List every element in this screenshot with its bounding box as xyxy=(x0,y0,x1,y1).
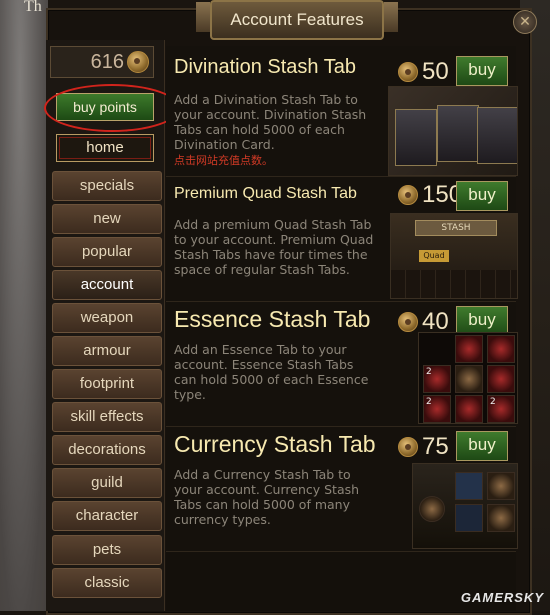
sidebar-item-skill-effects[interactable]: skill effects xyxy=(52,402,162,432)
product-price: 50 xyxy=(398,58,449,86)
essence-item xyxy=(455,335,483,363)
coin-icon xyxy=(398,437,418,457)
close-icon: ✕ xyxy=(519,14,531,30)
currency-slot xyxy=(455,472,483,500)
essence-item xyxy=(487,335,515,363)
product-title: Divination Stash Tab xyxy=(174,56,356,78)
buy-button[interactable]: buy xyxy=(456,56,508,86)
currency-slot xyxy=(455,504,483,532)
sidebar-item-account[interactable]: account xyxy=(52,270,162,300)
background-text: Th xyxy=(24,0,42,15)
divination-card-image xyxy=(477,107,517,164)
stash-label: STASH xyxy=(415,220,497,236)
essence-tab-art: 2 2 2 xyxy=(418,332,518,424)
product-title: Essence Stash Tab xyxy=(174,306,371,332)
product-title: Currency Stash Tab xyxy=(174,431,376,457)
price-value: 50 xyxy=(422,58,449,85)
product-card-quad: Premium Quad Stash Tab 150 buy Add a pre… xyxy=(166,177,518,302)
home-button[interactable]: home xyxy=(56,134,154,162)
product-description: Add a Currency Stash Tab to your account… xyxy=(174,467,360,527)
sidebar-item-footprint[interactable]: footprint xyxy=(52,369,162,399)
sidebar-item-armour[interactable]: armour xyxy=(52,336,162,366)
close-button[interactable]: ✕ xyxy=(513,10,537,34)
divination-card-image xyxy=(437,105,479,162)
essence-item xyxy=(455,395,483,423)
sidebar-item-new[interactable]: new xyxy=(52,204,162,234)
currency-orb xyxy=(419,496,445,522)
buy-points-button[interactable]: buy points xyxy=(56,93,154,121)
product-description: Add an Essence Tab to your account. Esse… xyxy=(174,342,369,402)
points-value: 616 xyxy=(90,50,124,73)
sidebar-item-classic[interactable]: classic xyxy=(52,568,162,598)
product-description: Add a Divination Stash Tab to your accou… xyxy=(174,92,367,152)
sidebar-item-character[interactable]: character xyxy=(52,501,162,531)
product-list: Divination Stash Tab 50 buy Add a Divina… xyxy=(166,40,520,611)
sidebar-item-popular[interactable]: popular xyxy=(52,237,162,267)
product-card-essence: Essence Stash Tab 40 buy Add an Essence … xyxy=(166,302,518,427)
sidebar-item-specials[interactable]: specials xyxy=(52,171,162,201)
essence-item xyxy=(455,365,483,393)
essence-item: 2 xyxy=(487,395,515,423)
coin-icon xyxy=(127,51,149,73)
background-scene-left xyxy=(0,0,48,611)
quad-label: Quad xyxy=(419,250,449,262)
product-card-divination: Divination Stash Tab 50 buy Add a Divina… xyxy=(166,46,518,177)
title-frame-right xyxy=(384,2,398,32)
product-price: 75 xyxy=(398,433,449,461)
window-title: Account Features xyxy=(230,10,364,29)
divination-tab-art xyxy=(388,86,518,176)
sidebar-item-decorations[interactable]: decorations xyxy=(52,435,162,465)
currency-slot xyxy=(487,472,515,500)
product-description: Add a premium Quad Stash Tab to your acc… xyxy=(174,217,374,277)
sidebar-item-weapon[interactable]: weapon xyxy=(52,303,162,333)
product-card-currency: Currency Stash Tab 75 buy Add a Currency… xyxy=(166,427,518,552)
promo-note: 点击网站充值点数。 xyxy=(174,154,273,167)
buy-button[interactable]: buy xyxy=(456,431,508,461)
currency-tab-art xyxy=(412,463,518,549)
coin-icon xyxy=(398,62,418,82)
title-frame-left xyxy=(196,2,210,32)
product-title: Premium Quad Stash Tab xyxy=(174,185,357,202)
coin-icon xyxy=(398,185,418,205)
home-label: home xyxy=(86,139,124,156)
buy-button[interactable]: buy xyxy=(456,181,508,211)
sidebar-item-pets[interactable]: pets xyxy=(52,535,162,565)
essence-item: 2 xyxy=(423,365,451,393)
watermark: GAMERSKY xyxy=(460,590,544,605)
divination-card-image xyxy=(395,109,437,166)
window-title-banner: Account Features xyxy=(210,0,384,40)
currency-slot xyxy=(487,504,515,532)
essence-item xyxy=(487,365,515,393)
points-balance: 616 xyxy=(50,46,154,78)
stash-grid xyxy=(391,270,517,298)
price-value: 75 xyxy=(422,433,449,460)
quad-tab-art: STASH Quad xyxy=(390,213,518,299)
essence-item: 2 xyxy=(423,395,451,423)
coin-icon xyxy=(398,312,418,332)
sidebar-item-guild[interactable]: guild xyxy=(52,468,162,498)
product-price: 150 xyxy=(398,181,462,209)
